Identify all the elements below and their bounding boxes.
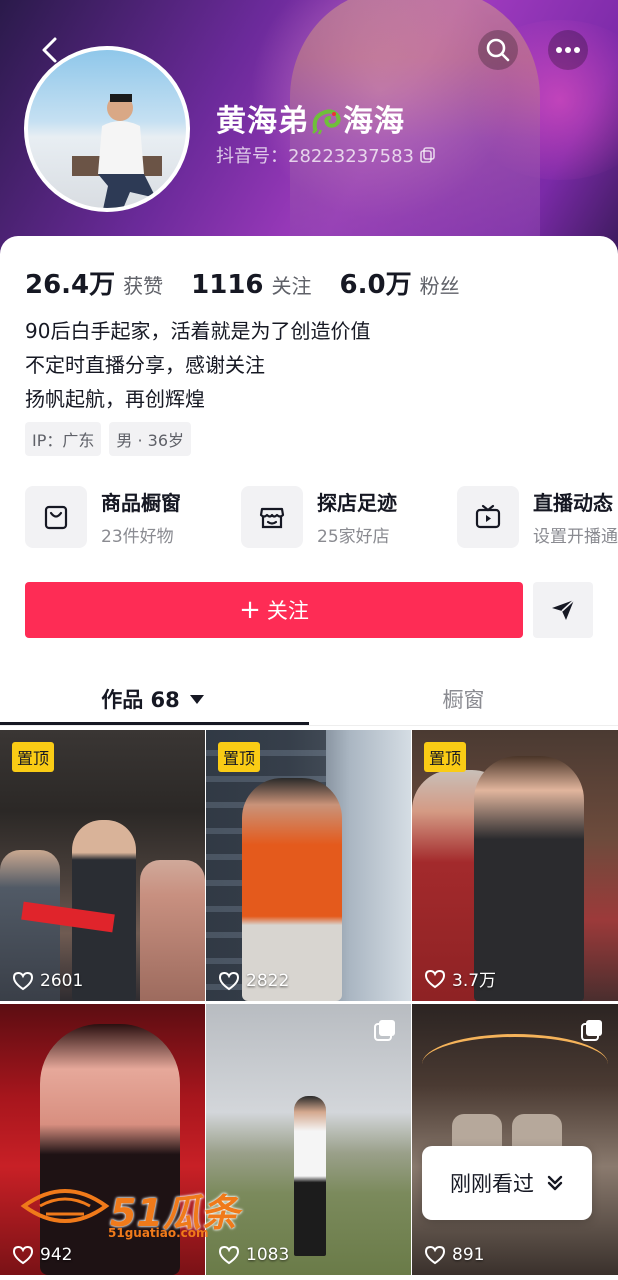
search-icon [486, 38, 510, 62]
likes-count[interactable]: 26.4万 [25, 264, 115, 301]
shortcut-title: 探店足迹 [317, 491, 397, 515]
like-count: 2822 [218, 971, 289, 991]
like-count: 1083 [218, 1245, 289, 1265]
scene-figure [242, 778, 342, 1001]
tab-shop-window[interactable]: 橱窗 [309, 672, 618, 726]
profile-tags: IP：广东 男 · 36岁 [25, 422, 191, 456]
heart-icon [218, 971, 240, 991]
heart-icon [218, 1245, 240, 1265]
bio-line: 扬帆起航，再创辉煌 [25, 387, 205, 411]
following-count[interactable]: 1116 [191, 270, 263, 300]
scene-figure [474, 756, 584, 1001]
douyin-id[interactable]: 抖音号：28223237583 [216, 142, 436, 168]
multi-image-icon [581, 1020, 602, 1041]
scene-crowd [140, 860, 205, 1001]
shortcut-live[interactable]: 直播动态 设置开播通 [457, 486, 618, 548]
ip-location-tag: IP：广东 [25, 422, 102, 456]
watermark-url: 51guatiao.com [108, 1226, 209, 1240]
avatar[interactable] [24, 46, 190, 212]
send-icon [552, 599, 575, 620]
likes-label[interactable]: 获赞 [123, 270, 163, 299]
name-text: 黄海弟 [216, 104, 309, 139]
active-tab-indicator [0, 722, 309, 725]
shortcut-store-visits[interactable]: 探店足迹 25家好店 [241, 486, 457, 548]
tab-window-label: 橱窗 [442, 688, 485, 712]
like-count: 942 [12, 1245, 72, 1265]
dragon-emoji-icon [312, 109, 341, 135]
double-chevron-down-icon [547, 1175, 563, 1191]
douyin-id-text: 抖音号：28223237583 [216, 146, 414, 167]
heart-icon [424, 1245, 446, 1265]
pinned-badge: 置顶 [218, 742, 261, 772]
plus-icon: + [239, 595, 261, 625]
live-tv-icon [457, 486, 519, 548]
heart-icon [12, 971, 34, 991]
like-count: 3.7万 [424, 966, 496, 991]
like-count-text: 2601 [40, 971, 84, 991]
like-count-text: 942 [40, 1245, 73, 1265]
profile-name: 黄海弟 海海 [216, 96, 405, 140]
gender-age-tag: 男 · 36岁 [109, 422, 191, 456]
multi-image-icon [374, 1020, 395, 1041]
watermark-melon-icon [20, 1189, 110, 1223]
like-count-text: 2822 [246, 971, 290, 991]
bio: 90后白手起家，活着就是为了创造价值 不定时直播分享，感谢关注 扬帆起航，再创辉… [25, 314, 370, 416]
video-thumbnail[interactable]: 置顶 2601 [0, 730, 205, 1001]
recently-viewed-label: 刚刚看过 [450, 1172, 534, 1196]
caret-down-icon [189, 695, 204, 704]
heart-icon [12, 1245, 34, 1265]
watermark-logo: 51瓜条 51guatiao.com [20, 1180, 239, 1240]
video-thumbnail[interactable]: 置顶 3.7万 [412, 730, 618, 1001]
shortcut-title: 直播动态 [533, 491, 613, 515]
shopping-bag-icon [25, 486, 87, 548]
stats-row: 26.4万 获赞 1116 关注 6.0万 粉丝 [25, 264, 488, 301]
followers-label[interactable]: 粉丝 [420, 270, 460, 299]
like-count: 2601 [12, 971, 83, 991]
recently-viewed-button[interactable]: 刚刚看过 [422, 1146, 592, 1220]
video-thumbnail[interactable]: 置顶 2822 [206, 730, 411, 1001]
follow-label: 关注 [266, 599, 309, 623]
pinned-badge: 置顶 [12, 742, 55, 772]
search-button[interactable] [478, 30, 518, 70]
pinned-badge: 置顶 [424, 742, 467, 772]
followers-count[interactable]: 6.0万 [340, 264, 412, 301]
shortcut-subtitle: 设置开播通 [533, 527, 618, 547]
store-icon [241, 486, 303, 548]
shortcut-shop-window[interactable]: 商品橱窗 23件好物 [25, 486, 241, 548]
video-thumbnail[interactable]: 891 [412, 1004, 618, 1275]
like-count-text: 3.7万 [452, 971, 497, 991]
scene-figure [294, 1096, 326, 1256]
bio-line: 90后白手起家，活着就是为了创造价值 [25, 319, 371, 343]
profile-card: 26.4万 获赞 1116 关注 6.0万 粉丝 90后白手起家，活着就是为了创… [0, 236, 618, 1280]
like-count: 891 [424, 1245, 484, 1265]
tab-works[interactable]: 作品 68 [0, 672, 309, 726]
tab-works-label: 作品 68 [101, 688, 180, 712]
shortcut-title: 商品橱窗 [101, 491, 181, 515]
heart-icon [424, 969, 446, 988]
shortcut-subtitle: 25家好店 [317, 527, 390, 547]
avatar-person [72, 94, 162, 208]
chevron-left-icon [42, 37, 57, 63]
message-button[interactable] [533, 582, 593, 638]
copy-icon[interactable] [420, 147, 436, 163]
shortcuts-row: 商品橱窗 23件好物 探店足迹 25家好店 直播动态 设置开播通 [25, 486, 618, 548]
follow-button[interactable]: + 关注 [25, 582, 523, 638]
name-suffix: 海海 [343, 104, 405, 139]
like-count-text: 1083 [246, 1245, 290, 1265]
following-label[interactable]: 关注 [272, 270, 312, 299]
more-button[interactable] [548, 30, 588, 70]
like-count-text: 891 [452, 1245, 485, 1265]
more-dots-icon [556, 47, 580, 53]
scene-car-interior [422, 1034, 608, 1094]
shortcut-subtitle: 23件好物 [101, 527, 174, 547]
bio-line: 不定时直播分享，感谢关注 [25, 353, 265, 377]
content-tabs: 作品 68 橱窗 [0, 672, 618, 726]
